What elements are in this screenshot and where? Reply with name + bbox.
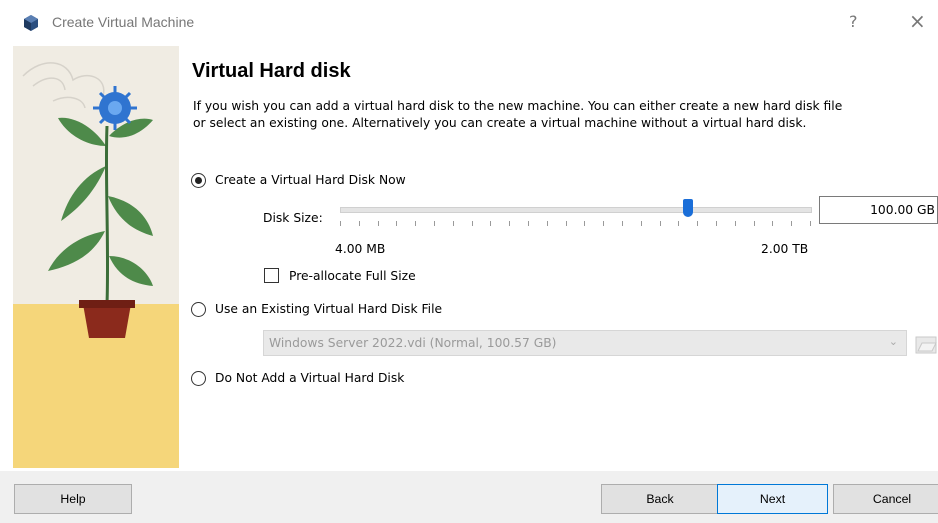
slider-tick (415, 221, 416, 226)
slider-tick (509, 221, 510, 226)
slider-tick (547, 221, 548, 226)
slider-tick (490, 221, 491, 226)
page-description: If you wish you can add a virtual hard d… (193, 99, 843, 130)
title-bar: Create Virtual Machine ? × (0, 0, 938, 46)
window-title: Create Virtual Machine (52, 14, 195, 30)
disk-size-slider-ticks (340, 221, 811, 227)
slider-tick (359, 221, 360, 226)
slider-tick (378, 221, 379, 226)
next-button[interactable]: Next (717, 484, 828, 514)
slider-tick (396, 221, 397, 226)
help-button[interactable]: Help (14, 484, 132, 514)
disk-size-slider-thumb[interactable] (682, 199, 693, 217)
no-disk-label[interactable]: Do Not Add a Virtual Hard Disk (215, 371, 404, 385)
close-icon[interactable]: × (909, 9, 926, 33)
page-title: Virtual Hard disk (192, 60, 351, 82)
choose-disk-file-icon[interactable] (914, 332, 938, 356)
back-button[interactable]: Back (601, 484, 719, 514)
slider-tick (697, 221, 698, 226)
wizard-illustration (13, 46, 179, 468)
slider-tick (340, 221, 341, 226)
slider-tick (472, 221, 473, 226)
preallocate-label[interactable]: Pre-allocate Full Size (289, 269, 416, 283)
existing-disk-select-value: Windows Server 2022.vdi (Normal, 100.57 … (269, 336, 557, 350)
virtualbox-app-icon (24, 15, 38, 31)
chevron-down-icon: ⌄ (888, 335, 898, 348)
slider-tick (791, 221, 792, 226)
no-disk-radio[interactable] (191, 371, 206, 386)
slider-tick (772, 221, 773, 226)
slider-tick (603, 221, 604, 226)
preallocate-checkbox[interactable] (264, 268, 279, 283)
slider-tick (660, 221, 661, 226)
use-existing-disk-label[interactable]: Use an Existing Virtual Hard Disk File (215, 302, 442, 316)
disk-size-input[interactable]: 100.00 GB (819, 196, 938, 224)
slider-tick (810, 221, 811, 226)
use-existing-disk-radio[interactable] (191, 302, 206, 317)
slider-tick (566, 221, 567, 226)
slider-tick (584, 221, 585, 226)
disk-size-label: Disk Size: (263, 211, 323, 225)
create-disk-now-radio[interactable] (191, 173, 206, 188)
disk-size-min-label: 4.00 MB (335, 242, 386, 256)
existing-disk-select[interactable]: Windows Server 2022.vdi (Normal, 100.57 … (263, 330, 907, 356)
help-icon[interactable]: ? (849, 12, 858, 31)
create-disk-now-label[interactable]: Create a Virtual Hard Disk Now (215, 173, 406, 187)
slider-tick (754, 221, 755, 226)
slider-tick (434, 221, 435, 226)
slider-tick (678, 221, 679, 226)
disk-size-max-label: 2.00 TB (761, 242, 809, 256)
slider-tick (641, 221, 642, 226)
slider-tick (528, 221, 529, 226)
slider-tick (735, 221, 736, 226)
disk-size-slider-track[interactable] (340, 207, 812, 213)
cancel-button[interactable]: Cancel (833, 484, 938, 514)
slider-tick (622, 221, 623, 226)
slider-tick (716, 221, 717, 226)
slider-tick (453, 221, 454, 226)
